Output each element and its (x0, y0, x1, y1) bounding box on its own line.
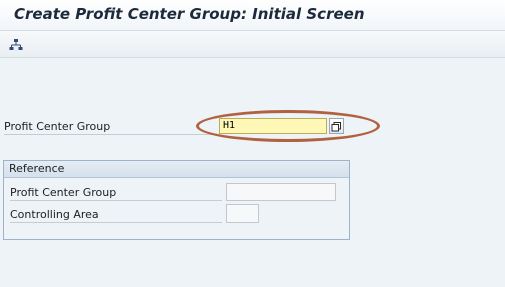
label-underline (4, 134, 216, 135)
page-title: Create Profit Center Group: Initial Scre… (14, 5, 365, 23)
value-help-icon (331, 122, 341, 132)
ref-profit-center-group-input[interactable] (226, 183, 336, 201)
toolbar (0, 31, 505, 58)
value-help-button[interactable] (329, 118, 344, 134)
reference-header: Reference (4, 161, 349, 178)
label-underline (10, 200, 222, 201)
ref-profit-center-group-label: Profit Center Group (10, 186, 117, 199)
label-underline (10, 222, 222, 223)
profit-center-group-input[interactable]: H1 (219, 118, 327, 134)
controlling-area-input[interactable] (226, 204, 259, 223)
controlling-area-label: Controlling Area (10, 208, 99, 221)
reference-title: Reference (9, 162, 65, 175)
reference-group: Reference Profit Center Group Controllin… (3, 160, 350, 240)
title-bar: Create Profit Center Group: Initial Scre… (0, 0, 505, 31)
hierarchy-icon[interactable] (9, 37, 23, 51)
profit-center-group-label: Profit Center Group (4, 120, 111, 133)
